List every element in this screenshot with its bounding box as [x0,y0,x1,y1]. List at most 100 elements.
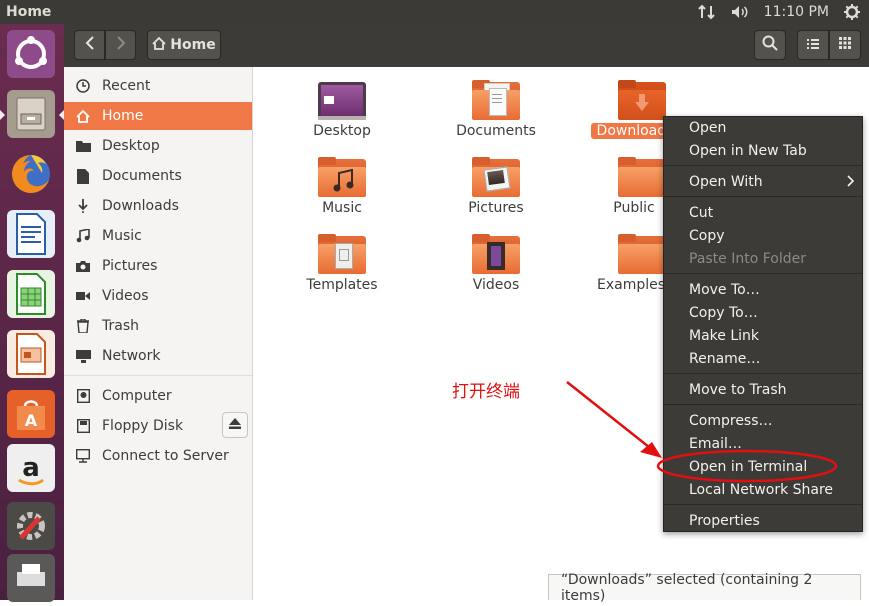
grid-icon [839,37,851,53]
clock[interactable]: 11:10 PM [764,4,829,20]
menu-item-rename[interactable]: Rename… [689,348,760,370]
menu-separator [664,165,862,166]
examples-folder-icon [618,234,666,276]
home-icon [152,36,166,54]
eject-icon [229,417,241,433]
video-icon [75,288,91,304]
file-item-templates[interactable]: Templates [282,234,402,293]
documents-folder-icon [472,80,520,122]
ubuntu-dash-icon[interactable] [7,30,55,78]
sidebar-item-floppy[interactable]: Floppy Disk [64,412,214,440]
files-app-icon[interactable] [0,90,64,138]
network-icon[interactable] [697,4,716,20]
sidebar-item-label: Music [102,228,142,244]
sidebar-item-label: Desktop [102,138,160,154]
svg-text:a: a [22,453,40,483]
sidebar-item-home[interactable]: Home [64,102,252,130]
menu-item-open-in-terminal[interactable]: Open in Terminal [689,456,807,478]
back-button[interactable] [74,30,105,60]
menu-item-open-new-tab[interactable]: Open in New Tab [689,140,807,162]
sidebar-item-connect-server[interactable]: Connect to Server [64,442,252,470]
drive-icon [75,388,91,404]
status-bar: “Downloads” selected (containing 2 items… [548,572,861,604]
file-item-desktop[interactable]: Desktop [282,80,402,139]
sidebar-item-desktop[interactable]: Desktop [64,132,252,160]
sidebar-item-recent[interactable]: Recent [64,72,252,100]
annotation-label: 打开终端 [452,382,520,402]
menu-item-make-link[interactable]: Make Link [689,325,759,347]
context-menu: Open Open in New Tab Open With Cut Copy … [663,116,863,532]
sidebar-item-computer[interactable]: Computer [64,382,252,410]
sidebar-item-network[interactable]: Network [64,342,252,370]
sidebar-item-pictures[interactable]: Pictures [64,252,252,280]
search-button[interactable] [754,30,786,60]
software-center-icon[interactable]: A [7,390,55,438]
sidebar-item-label: Connect to Server [102,448,229,464]
sidebar-item-label: Floppy Disk [102,418,184,434]
sidebar-item-downloads[interactable]: Downloads [64,192,252,220]
sidebar-item-label: Videos [102,288,149,304]
menu-item-paste-into-folder: Paste Into Folder [689,251,807,267]
system-settings-icon[interactable] [7,502,55,550]
sidebar-item-label: Pictures [102,258,158,274]
menu-item-move-to-trash[interactable]: Move to Trash [689,379,787,401]
file-item-documents[interactable]: Documents [436,80,556,139]
chevron-right-icon [116,36,126,54]
annotation-arrowhead [640,442,662,458]
top-panel: Home 11:10 PM [0,0,869,24]
window-title: Home [6,4,52,20]
printer-icon[interactable] [7,554,55,602]
file-item-music[interactable]: Music [282,157,402,216]
menu-item-move-to[interactable]: Move To… [689,279,760,301]
sidebar-item-label: Downloads [102,198,179,214]
amazon-icon[interactable]: a [7,444,55,492]
menu-item-properties[interactable]: Properties [689,510,760,532]
annotation-arrow [566,381,655,452]
menu-item-cut[interactable]: Cut [689,202,713,224]
menu-item-local-network-share[interactable]: Local Network Share [689,479,833,501]
pictures-folder-icon [472,157,520,199]
sidebar-item-music[interactable]: Music [64,222,252,250]
search-icon [762,35,778,55]
sidebar-item-trash[interactable]: Trash [64,312,252,340]
launcher: A a [0,24,64,602]
menu-item-copy-to[interactable]: Copy To… [689,302,758,324]
menu-item-compress[interactable]: Compress… [689,410,773,432]
svg-text:A: A [25,411,38,430]
videos-folder-icon [472,234,520,276]
header-bar: Home [64,24,869,67]
menu-button[interactable] [829,30,861,60]
menu-item-open[interactable]: Open [689,117,726,139]
firefox-icon[interactable] [7,150,55,198]
templates-folder-icon [318,234,366,276]
path-label: Home [170,37,216,53]
sidebar: Recent Home Desktop Documents Downloads … [64,67,253,600]
path-bar-home[interactable]: Home [147,30,221,60]
file-label: Pictures [468,200,524,216]
sidebar-item-videos[interactable]: Videos [64,282,252,310]
writer-icon[interactable] [7,210,55,258]
menu-item-email[interactable]: Email… [689,433,742,455]
gear-icon[interactable] [843,3,861,21]
calc-icon[interactable] [7,270,55,318]
file-label: Documents [456,123,536,139]
forward-button[interactable] [105,30,136,60]
menu-item-open-with[interactable]: Open With [689,171,763,193]
volume-icon[interactable] [730,4,750,20]
music-folder-icon [318,157,366,199]
list-view-button[interactable] [797,30,829,60]
sidebar-item-documents[interactable]: Documents [64,162,252,190]
file-label: Desktop [313,123,371,139]
file-item-videos[interactable]: Videos [436,234,556,293]
menu-item-copy[interactable]: Copy [689,225,725,247]
chevron-right-icon [847,175,855,191]
file-label: Templates [306,277,378,293]
menu-separator [664,373,862,374]
sidebar-item-label: Trash [102,318,139,334]
public-folder-icon [618,157,666,199]
eject-button[interactable] [222,412,248,438]
download-icon [75,198,91,214]
impress-icon[interactable] [7,330,55,378]
file-item-pictures[interactable]: Pictures [436,157,556,216]
floppy-icon [75,418,91,434]
